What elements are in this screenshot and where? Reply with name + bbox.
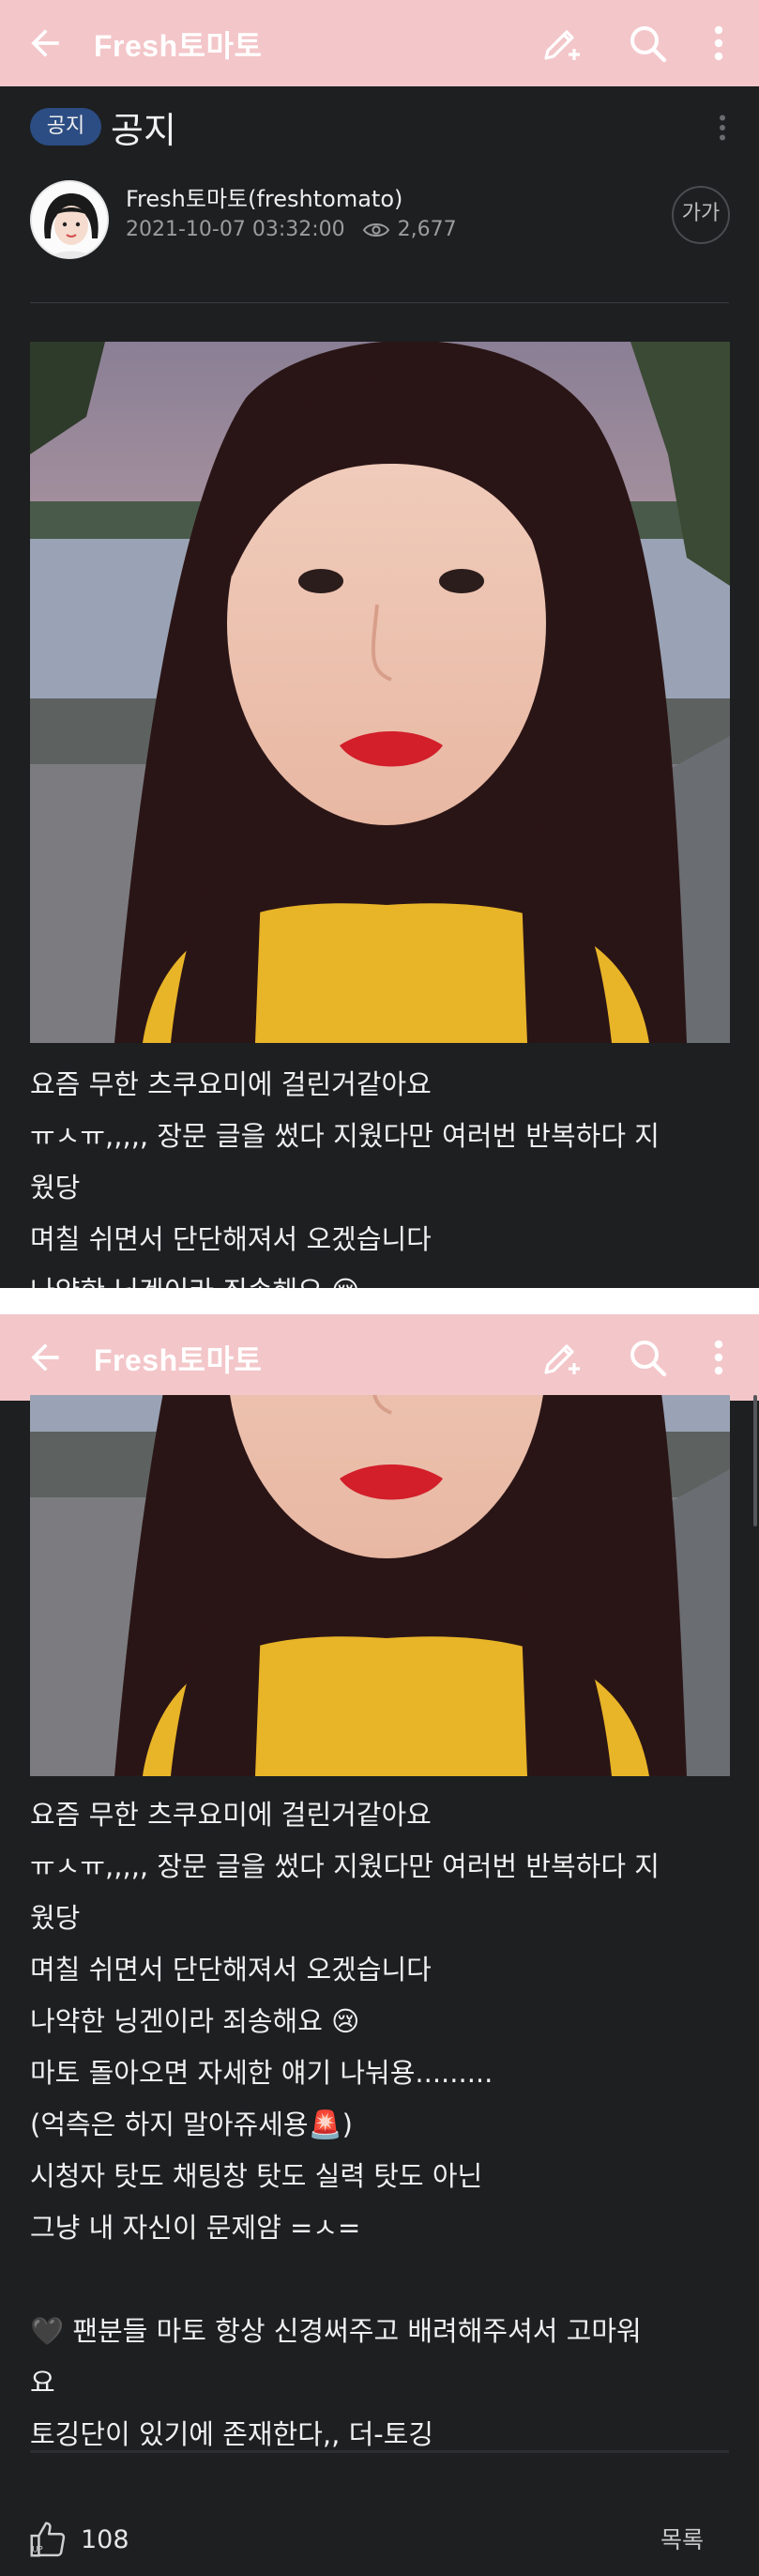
post-photo[interactable] xyxy=(30,342,730,1043)
app-title: Fresh토마토 xyxy=(94,1343,263,1377)
search-icon[interactable] xyxy=(625,1335,670,1380)
author-name[interactable]: Fresh토마토(freshtomato) xyxy=(126,180,402,213)
selfie-image xyxy=(30,342,730,1043)
post-photo[interactable] xyxy=(30,1395,730,1776)
body-line: 웠당 xyxy=(30,1172,81,1204)
body-line: 며칠 쉬면서 단단해져서 오겠습니다 xyxy=(30,1223,432,1255)
body-line: 요즘 무한 츠쿠요미에 걸린거같아요 xyxy=(30,1068,432,1100)
post-title: 공지 xyxy=(111,110,176,151)
body-line: 요 xyxy=(30,2367,55,2399)
post-body: 요즘 무한 츠쿠요미에 걸린거같아요 ㅠㅅㅠ,,,,, 장문 글을 썼다 지웠다… xyxy=(30,1789,734,2461)
search-icon[interactable] xyxy=(625,21,670,66)
back-arrow-icon[interactable] xyxy=(24,1337,66,1378)
eye-icon xyxy=(362,222,389,237)
body-line: 웠당 xyxy=(30,1902,81,1934)
avatar-image xyxy=(32,182,107,257)
body-line xyxy=(30,2254,734,2306)
notice-badge: 공지 xyxy=(30,108,101,146)
svg-text:UP: UP xyxy=(32,2544,42,2553)
divider xyxy=(30,302,729,303)
body-line: 나약한 닝겐이라 죄송해요 😢 xyxy=(30,1265,734,1288)
post-more-icon[interactable] xyxy=(711,111,734,145)
body-line: 며칠 쉬면서 단단해져서 오겠습니다 xyxy=(30,1954,432,1986)
write-icon[interactable] xyxy=(539,21,584,66)
post-body: 요즘 무한 츠쿠요미에 걸린거같아요 ㅠㅅㅠ,,,,, 장문 글을 썼다 지웠다… xyxy=(30,1059,734,1288)
font-size-button[interactable]: 가가 xyxy=(672,186,730,244)
like-button[interactable]: UP 108 xyxy=(26,2518,129,2561)
view-count: 2,677 xyxy=(397,218,457,241)
body-line: (억측은 하지 말아쥬세용🚨) xyxy=(30,2108,353,2140)
post-meta: 2021-10-07 03:32:00 2,677 xyxy=(126,218,457,241)
body-line: 요즘 무한 츠쿠요미에 걸린거같아요 xyxy=(30,1799,432,1831)
footer-divider xyxy=(30,2450,729,2453)
screen-2: Fresh토마토 요즘 무한 츠쿠요미에 걸린거같아요 ㅠㅅㅠ,,,,, 장문 … xyxy=(0,1314,759,2576)
screen-1: Fresh토마토 공지 공지 Fresh토마토(freshtomato) 202… xyxy=(0,0,759,1288)
app-bar: Fresh토마토 xyxy=(0,0,759,86)
body-line: 시청자 탓도 채팅창 탓도 실력 탓도 아닌 xyxy=(30,2160,483,2192)
app-title: Fresh토마토 xyxy=(94,29,263,63)
back-arrow-icon[interactable] xyxy=(24,23,66,64)
write-icon[interactable] xyxy=(539,1335,584,1380)
post-datetime: 2021-10-07 03:32:00 xyxy=(126,218,345,241)
body-line: 마토 돌아오면 자세한 얘기 나눠용......... xyxy=(30,2057,493,2089)
body-line: 🖤 팬분들 마토 항상 신경써주고 배려해주셔서 고마워 xyxy=(30,2315,642,2347)
thumbs-up-icon: UP xyxy=(30,2522,66,2557)
more-vert-icon[interactable] xyxy=(696,1335,741,1380)
more-vert-icon[interactable] xyxy=(696,21,741,66)
author-avatar[interactable] xyxy=(30,180,109,259)
scrollbar[interactable] xyxy=(753,1395,757,1526)
body-line: 나약한 닝겐이라 죄송해요 😢 xyxy=(30,2005,360,2037)
list-button[interactable]: 목록 xyxy=(660,2522,704,2555)
app-bar: Fresh토마토 xyxy=(0,1314,759,1401)
selfie-image xyxy=(30,1395,730,1776)
body-line: 그냥 내 자신이 문제얌 =ㅅ= xyxy=(30,2212,361,2244)
like-count: 108 xyxy=(81,2524,129,2554)
body-line: ㅠㅅㅠ,,,,, 장문 글을 썼다 지웠다만 여러번 반복하다 지 xyxy=(30,1850,660,1882)
body-line: ㅠㅅㅠ,,,,, 장문 글을 썼다 지웠다만 여러번 반복하다 지 xyxy=(30,1120,660,1152)
